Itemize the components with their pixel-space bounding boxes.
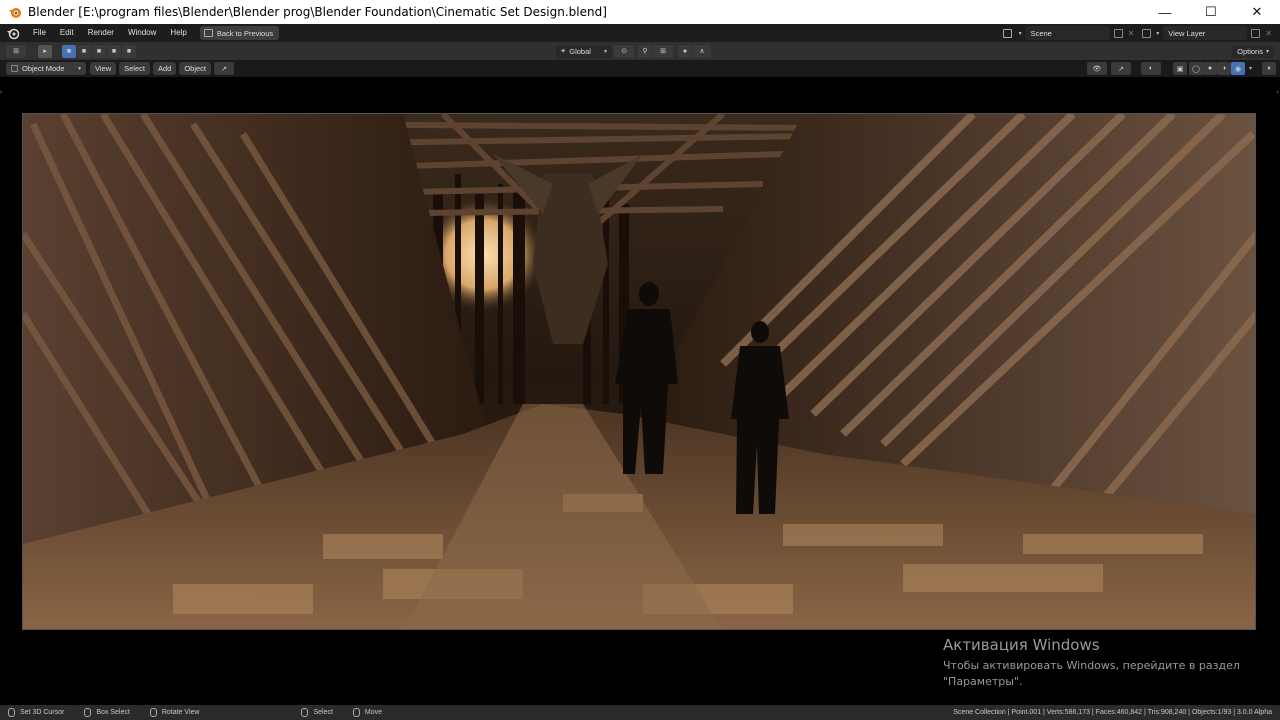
viewport-header: Object Mode ▾ View Select Add Object ↗ 👁…	[0, 60, 1280, 77]
scene-icon	[1002, 28, 1012, 38]
scene-statistics: Scene Collection | Point.001 | Verts:586…	[953, 709, 1272, 716]
axes-icon: ⌖	[561, 46, 566, 55]
minimize-button[interactable]: —	[1142, 0, 1188, 24]
snap-toggle-icon[interactable]: ⚲	[638, 44, 652, 58]
hint-box-select: Box Select	[84, 708, 130, 717]
window-controls: — ☐ ✕	[1142, 0, 1280, 24]
hint-select: Select	[301, 708, 333, 717]
solid-shading-icon[interactable]: ●	[1203, 62, 1217, 75]
chevron-down-icon: ▾	[1265, 48, 1269, 55]
new-view-layer-icon[interactable]	[1251, 28, 1261, 38]
select-new-icon[interactable]: ■	[62, 44, 76, 58]
maximize-button[interactable]: ☐	[1188, 0, 1234, 24]
close-button[interactable]: ✕	[1234, 0, 1280, 24]
delete-scene-icon[interactable]: ✕	[1128, 29, 1135, 38]
menu-file[interactable]: File	[26, 24, 53, 42]
mode-dropdown[interactable]: Object Mode ▾	[6, 62, 86, 75]
object-mode-icon	[11, 65, 18, 72]
hint-label: Move	[364, 709, 383, 716]
overlays-dropdown-icon[interactable]: ◐	[1141, 62, 1161, 75]
toolbar-expand-icon[interactable]: ›	[0, 89, 2, 96]
transform-orientation-label: Global	[569, 46, 591, 56]
visibility-dropdown-icon[interactable]: 👁	[1087, 62, 1107, 75]
activation-line1: Чтобы активировать Windows, перейдите в …	[943, 659, 1240, 672]
menu-object[interactable]: Object	[179, 62, 212, 75]
menu-window[interactable]: Window	[121, 24, 163, 42]
chevron-down-icon[interactable]: ▾	[1156, 30, 1159, 37]
menu-edit[interactable]: Edit	[53, 24, 81, 42]
mouse-drag-icon	[352, 708, 360, 717]
tool-settings-header: ⊞ ▸ ■ ■ ■ ■ ■ ⌖ Global ▾ ⊙ ⚲ ⊞ ● ∧ Optio…	[0, 42, 1280, 60]
gizmo-dropdown-icon[interactable]: ↗	[1111, 62, 1131, 75]
rendered-scene-image	[23, 114, 1255, 629]
window-title: Blender [E:\program files\Blender\Blende…	[28, 5, 607, 19]
wireframe-shading-icon[interactable]: ◯	[1189, 62, 1203, 75]
hint-label: Select	[313, 709, 333, 716]
mouse-right-icon	[301, 708, 309, 717]
menu-help[interactable]: Help	[163, 24, 193, 42]
select-intersect-icon[interactable]: ■	[122, 44, 136, 58]
hint-label: Rotate View	[161, 709, 200, 716]
hint-label: Set 3D Cursor	[20, 709, 65, 716]
snap-element-icon[interactable]: ⊞	[653, 44, 673, 58]
options-dropdown[interactable]: Options ▾	[1232, 44, 1274, 58]
status-bar: Set 3D Cursor Box Select Rotate View Sel…	[0, 705, 1280, 720]
menu-render[interactable]: Render	[81, 24, 121, 42]
select-extend-icon[interactable]: ■	[77, 44, 91, 58]
blender-menu-icon[interactable]	[6, 26, 20, 40]
activation-title: Активация Windows	[943, 636, 1100, 654]
proportional-falloff-icon[interactable]: ∧	[693, 44, 711, 58]
sidebar-toggle-icon[interactable]: ⏸	[1262, 62, 1276, 75]
mouse-left-icon	[8, 708, 15, 717]
chevron-down-icon[interactable]: ▾	[1249, 65, 1252, 72]
transform-affect-icon[interactable]: ↗	[214, 62, 235, 75]
chevron-down-icon[interactable]: ▾	[1019, 30, 1022, 37]
sidebar-expand-icon[interactable]: ‹	[1277, 89, 1279, 96]
chevron-down-icon: ▾	[603, 48, 607, 55]
windows-activation-watermark: Активация Windows Чтобы активировать Win…	[943, 636, 1240, 690]
screen-icon	[203, 29, 213, 37]
mouse-middle-icon	[149, 708, 157, 717]
blender-logo-icon	[9, 8, 21, 18]
blender-topbar: File Edit Render Window Help Back to Pre…	[0, 24, 1280, 42]
options-label: Options	[1237, 46, 1263, 56]
hint-label: Box Select	[96, 709, 130, 716]
material-shading-icon[interactable]: ◑	[1217, 62, 1231, 75]
scene-name: Scene	[1030, 28, 1052, 38]
scene-field[interactable]: Scene	[1025, 26, 1110, 40]
view-layer-icon	[1142, 28, 1152, 38]
hint-set-3d-cursor: Set 3D Cursor	[8, 708, 64, 717]
proportional-edit-icon[interactable]: ●	[678, 44, 692, 58]
mode-label: Object Mode	[22, 64, 65, 73]
menu-view[interactable]: View	[90, 62, 117, 75]
transform-orientation-dropdown[interactable]: ⌖ Global ▾	[556, 44, 612, 58]
back-to-previous-button[interactable]: Back to Previous	[199, 26, 280, 40]
window-titlebar: Blender [E:\program files\Blender\Blende…	[0, 0, 1280, 24]
menu-add[interactable]: Add	[152, 62, 177, 75]
xray-toggle-icon[interactable]: ▣	[1173, 62, 1187, 75]
editor-type-icon[interactable]: ⊞	[6, 44, 26, 58]
mouse-drag-icon	[84, 708, 92, 717]
hint-rotate-view: Rotate View	[149, 708, 200, 717]
rendered-shading-icon[interactable]: ◉	[1231, 62, 1245, 75]
back-to-previous-label: Back to Previous	[216, 28, 274, 38]
select-difference-icon[interactable]: ■	[107, 44, 121, 58]
delete-view-layer-icon[interactable]: ✕	[1265, 29, 1272, 38]
view-layer-name: View Layer	[1168, 28, 1206, 38]
camera-view-render	[22, 113, 1256, 630]
select-tool-icon[interactable]: ▸	[38, 44, 52, 58]
new-scene-icon[interactable]	[1113, 28, 1123, 38]
chevron-down-icon: ▾	[77, 66, 81, 72]
view-layer-field[interactable]: View Layer	[1163, 26, 1248, 40]
menu-select[interactable]: Select	[119, 62, 150, 75]
activation-line2: "Параметры".	[943, 675, 1023, 688]
hint-move: Move	[352, 708, 383, 717]
select-subtract-icon[interactable]: ■	[92, 44, 106, 58]
pivot-point-icon[interactable]: ⊙	[614, 44, 634, 58]
